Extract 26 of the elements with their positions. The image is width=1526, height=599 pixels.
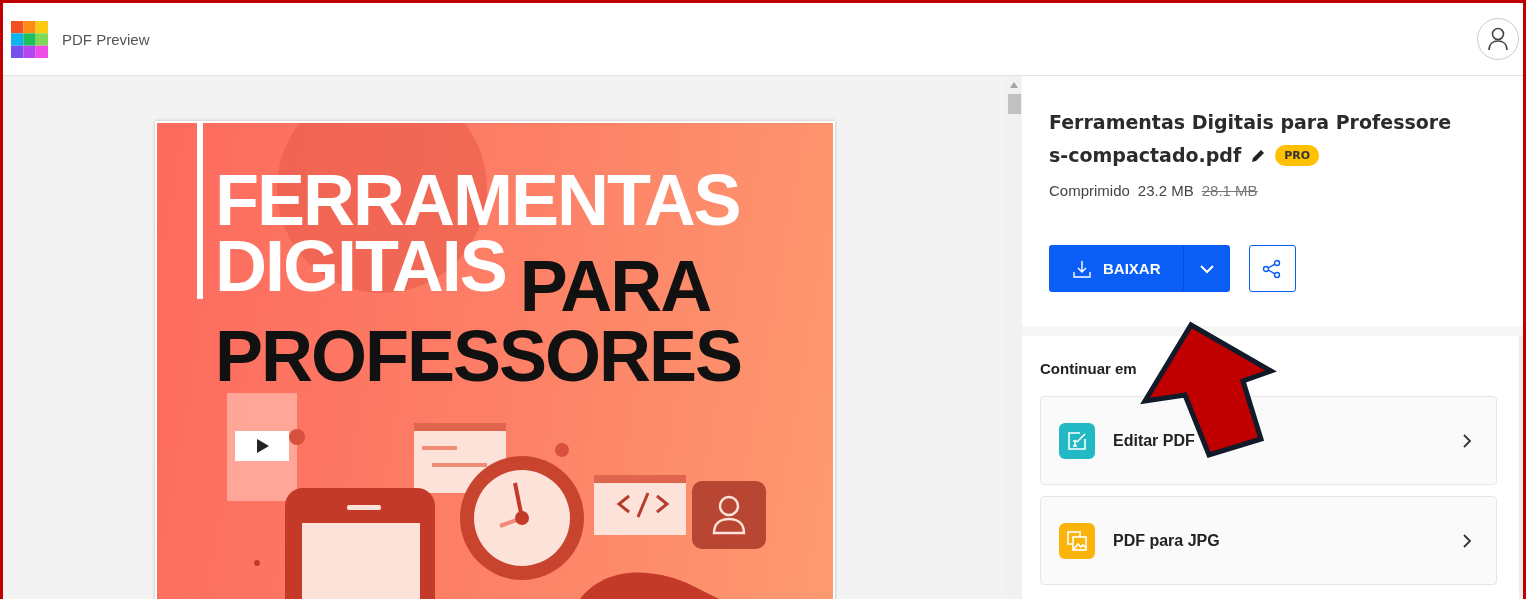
original-size: 28.1 MB bbox=[1201, 182, 1258, 199]
file-name-text: s-compactado.pdf bbox=[1049, 143, 1242, 168]
compressed-size: 23.2 MB bbox=[1137, 182, 1194, 199]
page-title-text: DIGITAIS bbox=[215, 233, 506, 299]
tool-item[interactable]: Editar PDF bbox=[1040, 396, 1497, 485]
share-button[interactable] bbox=[1248, 245, 1296, 292]
section-heading: Continuar em bbox=[1040, 360, 1138, 377]
page-title-text: PARA bbox=[519, 253, 711, 319]
compression-status: Comprimido bbox=[1049, 182, 1130, 199]
scroll-thumb[interactable] bbox=[1007, 94, 1021, 114]
page-title-text: FERRAMENTAS bbox=[215, 167, 740, 233]
scroll-up-icon[interactable] bbox=[1010, 82, 1018, 88]
pencil-icon[interactable] bbox=[1251, 148, 1266, 163]
download-icon bbox=[1073, 259, 1091, 278]
chevron-icon bbox=[1463, 533, 1472, 548]
file-name-text: Ferramentas Digitais para Professore bbox=[1049, 110, 1453, 135]
pro-badge: PRO bbox=[1275, 145, 1320, 166]
tool-item[interactable]: PDF para JPG bbox=[1040, 496, 1497, 585]
chevron-down-icon bbox=[1198, 263, 1215, 274]
chevron-icon bbox=[1463, 433, 1472, 448]
user-avatar-icon[interactable] bbox=[1477, 18, 1519, 60]
logo-icon bbox=[11, 20, 48, 58]
page-title-text: PROFESSORES bbox=[215, 323, 742, 389]
share-icon bbox=[1262, 258, 1282, 279]
download-button[interactable]: BAIXAR bbox=[1049, 245, 1183, 292]
app-title: PDF Preview bbox=[62, 30, 150, 48]
